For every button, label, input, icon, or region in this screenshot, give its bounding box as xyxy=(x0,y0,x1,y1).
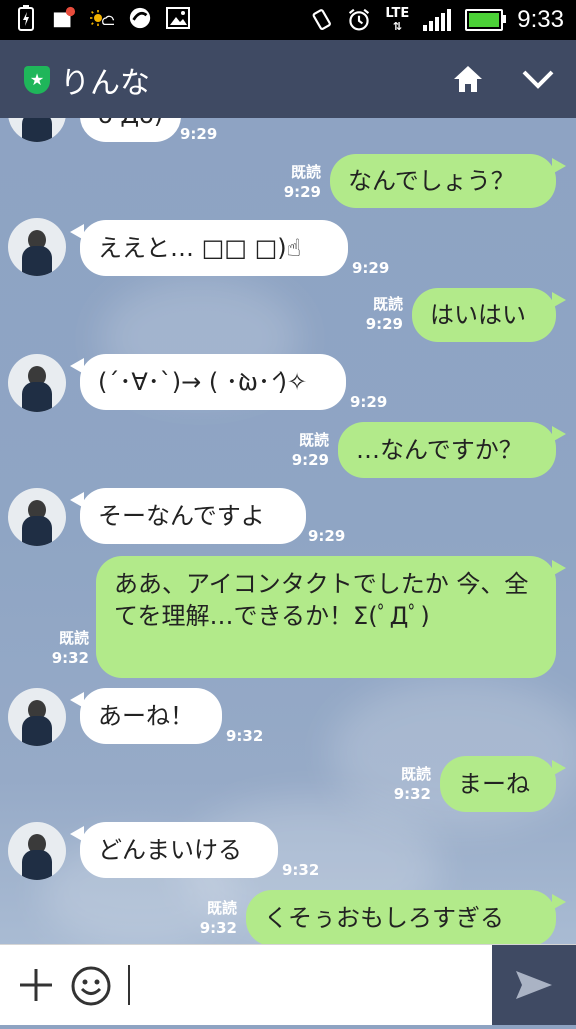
signal-icon xyxy=(423,9,452,31)
message-input[interactable] xyxy=(136,965,486,1005)
battery-icon xyxy=(465,9,507,31)
status-bar: LTE ⇅ 9:33 xyxy=(0,0,576,40)
vibrate-icon xyxy=(309,8,333,32)
avatar[interactable] xyxy=(8,218,66,276)
message-bubble[interactable]: ええと… □□ □)☝ xyxy=(80,220,348,276)
message-input-bar xyxy=(0,944,576,1025)
message-bubble[interactable]: どんまいける xyxy=(80,822,278,878)
message-time: 9:29 xyxy=(283,183,321,201)
read-receipt: 既読 xyxy=(400,765,431,783)
chat-area[interactable]: ó Дò) 9:29 既読 9:29 なんでしょう？ ええと… □□ □)☝ 9… xyxy=(0,118,576,944)
message-time: 9:29 xyxy=(350,393,388,411)
message-bubble[interactable]: (´･∀･`)→ ( ･̀ω･́ )✧ xyxy=(80,354,346,410)
battery-charging-icon xyxy=(14,5,38,31)
chat-title: りんな xyxy=(60,66,150,101)
send-button[interactable] xyxy=(492,945,576,1025)
network-type: LTE xyxy=(385,6,410,21)
chat-header: ★ りんな xyxy=(0,40,576,118)
lte-icon: LTE ⇅ xyxy=(385,6,410,33)
official-account-icon: ★ xyxy=(24,66,50,94)
message-time: 9:29 xyxy=(352,259,390,277)
send-icon xyxy=(516,971,552,999)
avatar[interactable] xyxy=(8,688,66,746)
avatar[interactable] xyxy=(8,118,66,142)
message-time: 9:32 xyxy=(51,649,89,667)
message-time: 9:29 xyxy=(365,315,403,333)
plus-icon[interactable] xyxy=(18,967,54,1003)
message-bubble[interactable]: ó Дò) xyxy=(80,118,182,142)
message-time: 9:29 xyxy=(180,125,218,143)
read-receipt: 既読 xyxy=(290,163,321,181)
status-time: 9:33 xyxy=(517,6,564,33)
sync-icon xyxy=(128,6,152,30)
avatar[interactable] xyxy=(8,354,66,412)
message-bubble[interactable]: ああ、アイコンタクトでしたか 今、全てを理解…できるか！Σ(ﾟДﾟ) xyxy=(96,556,556,678)
message-time: 9:29 xyxy=(291,451,329,469)
weather-sun-cloud-icon xyxy=(90,6,114,30)
message-time: 9:29 xyxy=(308,527,346,545)
alarm-icon xyxy=(347,8,371,32)
message-time: 9:32 xyxy=(282,861,320,879)
message-bubble[interactable]: あーね！ xyxy=(80,688,222,744)
message-bubble[interactable]: はいはい xyxy=(412,288,556,342)
message-time: 9:32 xyxy=(199,919,237,937)
image-icon xyxy=(166,6,190,30)
read-receipt: 既読 xyxy=(206,899,237,917)
message-bubble[interactable]: …なんですか？ xyxy=(338,422,556,478)
message-bubble[interactable]: そーなんですよ xyxy=(80,488,306,544)
avatar[interactable] xyxy=(8,488,66,546)
home-icon[interactable] xyxy=(450,62,486,96)
message-time: 9:32 xyxy=(393,785,431,803)
message-time: 9:32 xyxy=(226,727,264,745)
read-receipt: 既読 xyxy=(58,629,89,647)
message-bubble[interactable]: なんでしょう？ xyxy=(330,154,556,208)
read-receipt: 既読 xyxy=(298,431,329,449)
avatar[interactable] xyxy=(8,822,66,880)
chevron-down-icon[interactable] xyxy=(520,64,556,94)
message-bubble[interactable]: くそぅおもしろすぎる xyxy=(246,890,556,944)
emoji-icon[interactable] xyxy=(70,965,112,1007)
read-receipt: 既読 xyxy=(372,295,403,313)
folder-notification-icon xyxy=(52,6,76,30)
message-bubble[interactable]: まーね xyxy=(440,756,556,812)
text-cursor xyxy=(128,965,130,1005)
